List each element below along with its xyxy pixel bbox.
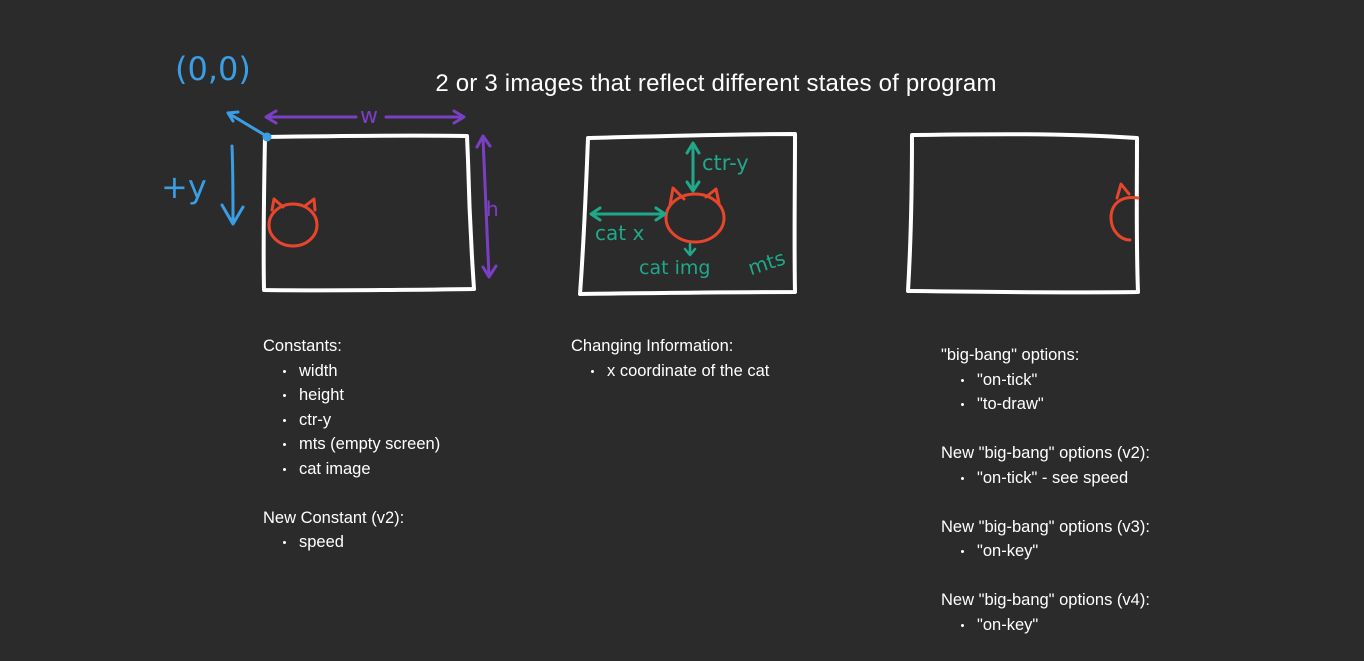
cat-img-arrow-icon bbox=[683, 242, 697, 257]
bigbang-v3-heading: New "big-bang" options (v3): bbox=[941, 517, 1150, 536]
ctr-y-arrow-icon bbox=[685, 141, 701, 193]
list-item: speed bbox=[282, 530, 440, 555]
list-item: height bbox=[282, 383, 440, 408]
frame-3-border bbox=[906, 132, 1140, 295]
bigbang-notes: "big-bang" options: "on-tick" "to-draw" … bbox=[941, 343, 1150, 637]
cat-head-2 bbox=[664, 192, 726, 244]
y-direction-arrow-icon bbox=[220, 144, 245, 226]
height-dimension: h bbox=[475, 134, 499, 279]
constants-heading: Constants: bbox=[263, 337, 342, 355]
width-label: w bbox=[360, 104, 378, 129]
list-item: "on-key" bbox=[961, 539, 1150, 564]
list-item: "on-key" bbox=[961, 613, 1150, 638]
constants-v2-heading: New Constant (v2): bbox=[263, 508, 405, 527]
list-item: ctr-y bbox=[282, 408, 440, 433]
cat-head-3 bbox=[1109, 195, 1140, 242]
cat-x-label: cat x bbox=[595, 221, 644, 245]
constants-list: width height ctr-y mts (empty screen) ca… bbox=[263, 359, 440, 482]
cat-frame-1 bbox=[267, 197, 319, 248]
bigbang-v4-heading: New "big-bang" options (v4): bbox=[941, 591, 1150, 609]
changing-list: x coordinate of the cat bbox=[571, 359, 769, 384]
list-item: cat image bbox=[282, 457, 440, 482]
state-frame-1 bbox=[261, 133, 476, 293]
ctr-y-label: ctr-y bbox=[702, 151, 749, 175]
list-item: "to-draw" bbox=[961, 392, 1150, 417]
height-label: h bbox=[486, 197, 499, 221]
frame-2-annotations: ctr-y cat x cat img mts bbox=[589, 141, 788, 280]
list-item: "on-tick" - see speed bbox=[961, 466, 1150, 491]
origin-arrow-icon bbox=[226, 110, 270, 139]
bigbang-v2-list: "on-tick" - see speed bbox=[941, 466, 1150, 491]
bigbang-v4-list: "on-key" bbox=[941, 613, 1150, 638]
state-frame-3 bbox=[906, 132, 1140, 295]
cat-img-label: cat img bbox=[639, 257, 710, 279]
frame-1-border bbox=[261, 133, 476, 293]
bigbang-heading: "big-bang" options: bbox=[941, 346, 1080, 364]
changing-notes: Changing Information: x coordinate of th… bbox=[571, 334, 769, 383]
bigbang-v3-list: "on-key" bbox=[941, 539, 1150, 564]
page-title: 2 or 3 images that reflect different sta… bbox=[435, 70, 997, 97]
constants-notes: Constants: width height ctr-y mts (empty… bbox=[263, 334, 440, 555]
cat-frame-2 bbox=[664, 186, 726, 244]
origin-dot bbox=[262, 132, 272, 142]
list-item: "on-tick" bbox=[961, 368, 1150, 393]
bigbang-v2-heading: New "big-bang" options (v2): bbox=[941, 444, 1150, 462]
cat-head-1 bbox=[267, 202, 319, 248]
changing-heading: Changing Information: bbox=[571, 337, 734, 355]
cat-ear-3 bbox=[1115, 182, 1131, 200]
list-item: mts (empty screen) bbox=[282, 432, 440, 457]
cat-frame-3 bbox=[1109, 182, 1140, 242]
mts-label: mts bbox=[745, 246, 788, 280]
list-item: x coordinate of the cat bbox=[590, 359, 769, 384]
bigbang-list: "on-tick" "to-draw" bbox=[941, 368, 1150, 417]
diagram-canvas: (0,0) +y w h ctr-y cat x cat img mts bbox=[161, 50, 1140, 296]
width-dimension: w bbox=[264, 104, 466, 129]
plus-y-label: +y bbox=[161, 168, 207, 206]
constants-v2-list: speed bbox=[263, 530, 440, 555]
list-item: width bbox=[282, 359, 440, 384]
cat-x-arrow-icon bbox=[589, 206, 667, 222]
